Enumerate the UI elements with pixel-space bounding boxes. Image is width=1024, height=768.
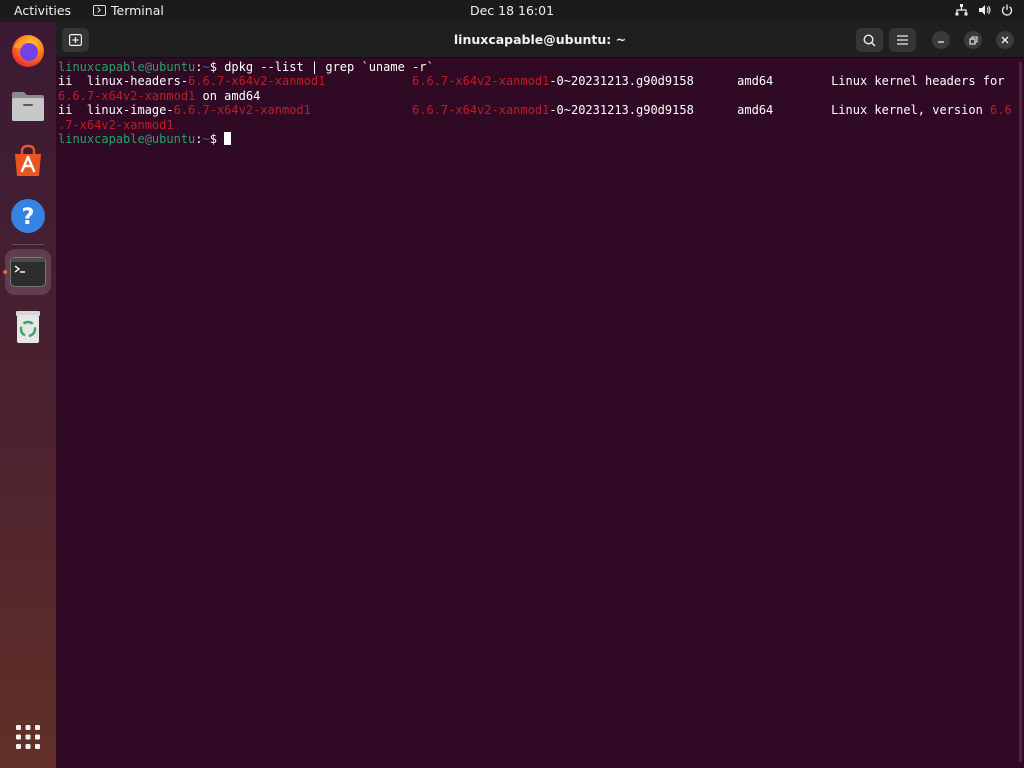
dock-terminal[interactable] [5,249,51,295]
power-icon [1000,3,1014,17]
dock: ? [0,22,56,768]
terminal-window[interactable]: linuxcapable@ubuntu: ~ linuxcapable@ubun… [56,22,1024,768]
highlight-match: .7-x64v2-xanmod1 [58,117,174,132]
files-icon [12,92,44,121]
clock[interactable]: Dec 18 16:01 [0,3,1024,18]
package-version-arch-desc: -0~20231213.g90d9158 amd64 Linux kernel,… [549,103,991,118]
prompt-separator: : [195,60,203,74]
command-line: linuxcapable@ubuntu:~$ dpkg --list | gre… [58,60,1016,74]
close-button[interactable] [996,31,1014,49]
dock-separator [12,244,44,245]
prompt-directory: ~ [202,60,210,74]
prompt-dollar: $ [209,131,225,146]
dock-files[interactable] [5,83,51,129]
close-icon [1001,36,1009,44]
highlight-match: 6.6.7-x64v2-xanmod1 [412,103,550,118]
search-icon [863,33,876,47]
show-apps-icon [16,725,40,749]
search-button[interactable] [856,28,883,52]
description-tail: on amd64 [195,88,261,103]
dock-app-center[interactable] [5,138,51,184]
highlight-match: 6.6.7-x64v2-xanmod1 [188,74,326,89]
restore-icon [968,35,978,45]
menu-button[interactable] [889,28,916,52]
help-icon: ? [11,199,45,233]
output-row-image-wrap: .7-x64v2-xanmod1 [58,118,1016,132]
package-status-name: ii linux-headers- [58,74,189,89]
column-gap [311,103,412,117]
text-cursor [224,131,232,145]
firefox-icon [12,35,44,67]
prompt-dollar: $ [209,60,225,74]
highlight-match: 6.6 [990,103,1012,118]
prompt-separator: : [195,131,203,146]
column-gap [325,74,412,88]
scrollbar[interactable] [1019,62,1022,762]
svg-text:?: ? [22,205,35,230]
hamburger-menu-icon [897,35,908,45]
dock-firefox[interactable] [5,28,51,74]
dock-trash[interactable] [5,304,51,350]
output-row-headers-wrap: 6.6.7-x64v2-xanmod1 on amd64 [58,89,1016,103]
volume-icon [977,3,991,17]
header-bar[interactable]: linuxcapable@ubuntu: ~ [56,22,1024,58]
restore-button[interactable] [964,31,982,49]
command-text: dpkg --list | grep `uname -r` [224,60,434,74]
app-center-icon [15,144,41,176]
minimize-button[interactable] [932,31,950,49]
output-row-headers: ii linux-headers-6.6.7-x64v2-xanmod1 6.6… [58,74,1016,88]
top-bar: Activities Terminal Dec 18 16:01 [0,0,1024,22]
highlight-match: 6.6.7-x64v2-xanmod1 [173,103,311,118]
dock-help[interactable]: ? [5,193,51,239]
prompt-user: linuxcapable@ubuntu [58,131,196,146]
system-tray[interactable] [954,3,1014,17]
prompt-line: linuxcapable@ubuntu:~$ [58,131,1016,146]
trash-icon [16,311,40,343]
terminal-icon [10,257,46,287]
prompt-directory: ~ [202,131,210,146]
network-icon [954,3,968,17]
package-status-name: ii linux-image- [58,103,174,118]
minimize-icon [938,41,944,43]
highlight-match: 6.6.7-x64v2-xanmod1 [58,88,196,103]
prompt-user: linuxcapable@ubuntu [58,60,196,74]
highlight-match: 6.6.7-x64v2-xanmod1 [412,74,550,89]
package-version-arch-desc: -0~20231213.g90d9158 amd64 Linux kernel … [549,74,1005,89]
output-row-image: ii linux-image-6.6.7-x64v2-xanmod1 6.6.7… [58,103,1016,117]
terminal-output[interactable]: linuxcapable@ubuntu:~$ dpkg --list | gre… [56,59,1016,759]
dock-show-apps[interactable] [5,714,51,760]
